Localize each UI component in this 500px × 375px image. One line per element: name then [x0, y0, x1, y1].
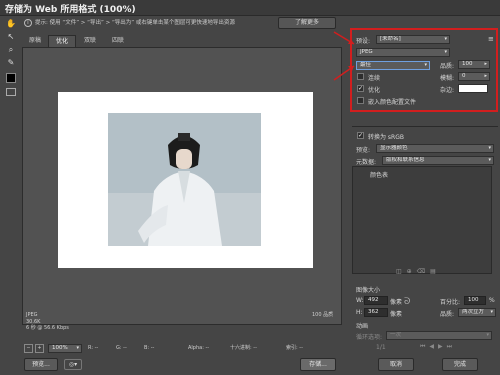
color-table: [352, 166, 492, 274]
eyedropper-color-swatch[interactable]: [6, 73, 16, 83]
color-table-title: 颜色表: [370, 172, 389, 179]
window-title: 存储为 Web 所用格式 (100%): [5, 5, 136, 15]
info-time: 6 秒 @ 56.6 Kbps: [26, 325, 69, 331]
status-index: 索引: --: [286, 345, 303, 351]
toggle-slices-icon[interactable]: [6, 88, 16, 96]
save-for-web-dialog: 存储为 Web 所用格式 (100%) ✋ ↖ ⌕ ✎ i 提示: 使用 “文件…: [0, 0, 500, 375]
zoom-out-icon[interactable]: −: [24, 344, 33, 353]
percent-unit: %: [489, 297, 495, 304]
eyedropper-tool-icon[interactable]: ✎: [5, 58, 17, 68]
resample-select[interactable]: 两次立方 ▾: [458, 308, 496, 317]
preview-label: 预览:: [356, 147, 371, 154]
save-button[interactable]: 存储...: [300, 358, 336, 371]
annotation-arrows: [333, 31, 355, 81]
width-input[interactable]: 492: [364, 296, 388, 305]
percent-label: 百分比:: [440, 299, 461, 306]
zoom-tool-icon[interactable]: ⌕: [5, 45, 17, 55]
preview-button[interactable]: 预览...: [24, 358, 58, 371]
tab-2-up[interactable]: 双联: [76, 35, 104, 47]
optimization-info: JPEG 30.6K 6 秒 @ 56.6 Kbps: [26, 312, 69, 332]
link-proportions-icon[interactable]: ᘐ: [404, 297, 410, 307]
height-unit: 像素: [390, 311, 403, 318]
status-hex: 十六进制: --: [230, 345, 257, 351]
convert-srgb-checkbox[interactable]: ✓: [357, 132, 364, 139]
cancel-button[interactable]: 取消: [378, 358, 414, 371]
tab-optimized[interactable]: 优化: [48, 35, 76, 47]
loop-label: 循环选项:: [356, 334, 383, 341]
preview-select[interactable]: 显示器颜色 ▾: [376, 144, 494, 153]
width-label: W:: [356, 297, 364, 304]
tab-original[interactable]: 原稿: [22, 35, 48, 47]
preview-photo: [108, 113, 261, 246]
learn-more-button[interactable]: 了解更多: [278, 17, 336, 29]
status-g: G: --: [116, 345, 127, 351]
info-icon: i: [24, 19, 32, 27]
height-input[interactable]: 362: [364, 308, 388, 317]
zoom-in-icon[interactable]: +: [35, 344, 44, 353]
color-table-tools-icon[interactable]: ◫⊕⌫▤: [396, 268, 441, 275]
info-quality: 100 品质: [312, 312, 334, 318]
zoom-select[interactable]: 100% ▾: [48, 344, 82, 353]
title-bar: 存储为 Web 所用格式 (100%): [0, 0, 500, 16]
status-b: B: --: [144, 345, 155, 351]
browser-preview-icon[interactable]: ◎▾: [64, 359, 82, 370]
tab-4-up[interactable]: 四联: [104, 35, 132, 47]
status-bar: − + 100% ▾ R: -- G: -- B: -- Alpha: -- 十六…: [22, 343, 342, 354]
divider: [352, 126, 498, 127]
annotation-highlight-box: [350, 28, 498, 112]
resample-label: 品质:: [440, 311, 455, 318]
width-unit: 像素: [390, 299, 403, 306]
slice-select-tool-icon[interactable]: ↖: [5, 32, 17, 42]
animation-controls-icon: ⏮◀▶⏭: [420, 343, 457, 350]
loop-select: 一次 ▾: [386, 331, 492, 340]
status-alpha: Alpha: --: [188, 345, 210, 351]
frame-counter: 1/1: [376, 344, 386, 351]
percent-input[interactable]: 100: [464, 296, 486, 305]
status-r: R: --: [88, 345, 99, 351]
height-label: H:: [356, 309, 363, 316]
animation-title: 动画: [356, 323, 369, 330]
convert-srgb-label: 转换为 sRGB: [368, 134, 404, 141]
metadata-select[interactable]: 版权和联系信息 ▾: [382, 156, 494, 165]
done-button[interactable]: 完成: [442, 358, 478, 371]
hand-tool-icon[interactable]: ✋: [5, 19, 17, 29]
metadata-label: 元数据:: [356, 159, 377, 166]
image-size-title: 图像大小: [356, 287, 381, 294]
